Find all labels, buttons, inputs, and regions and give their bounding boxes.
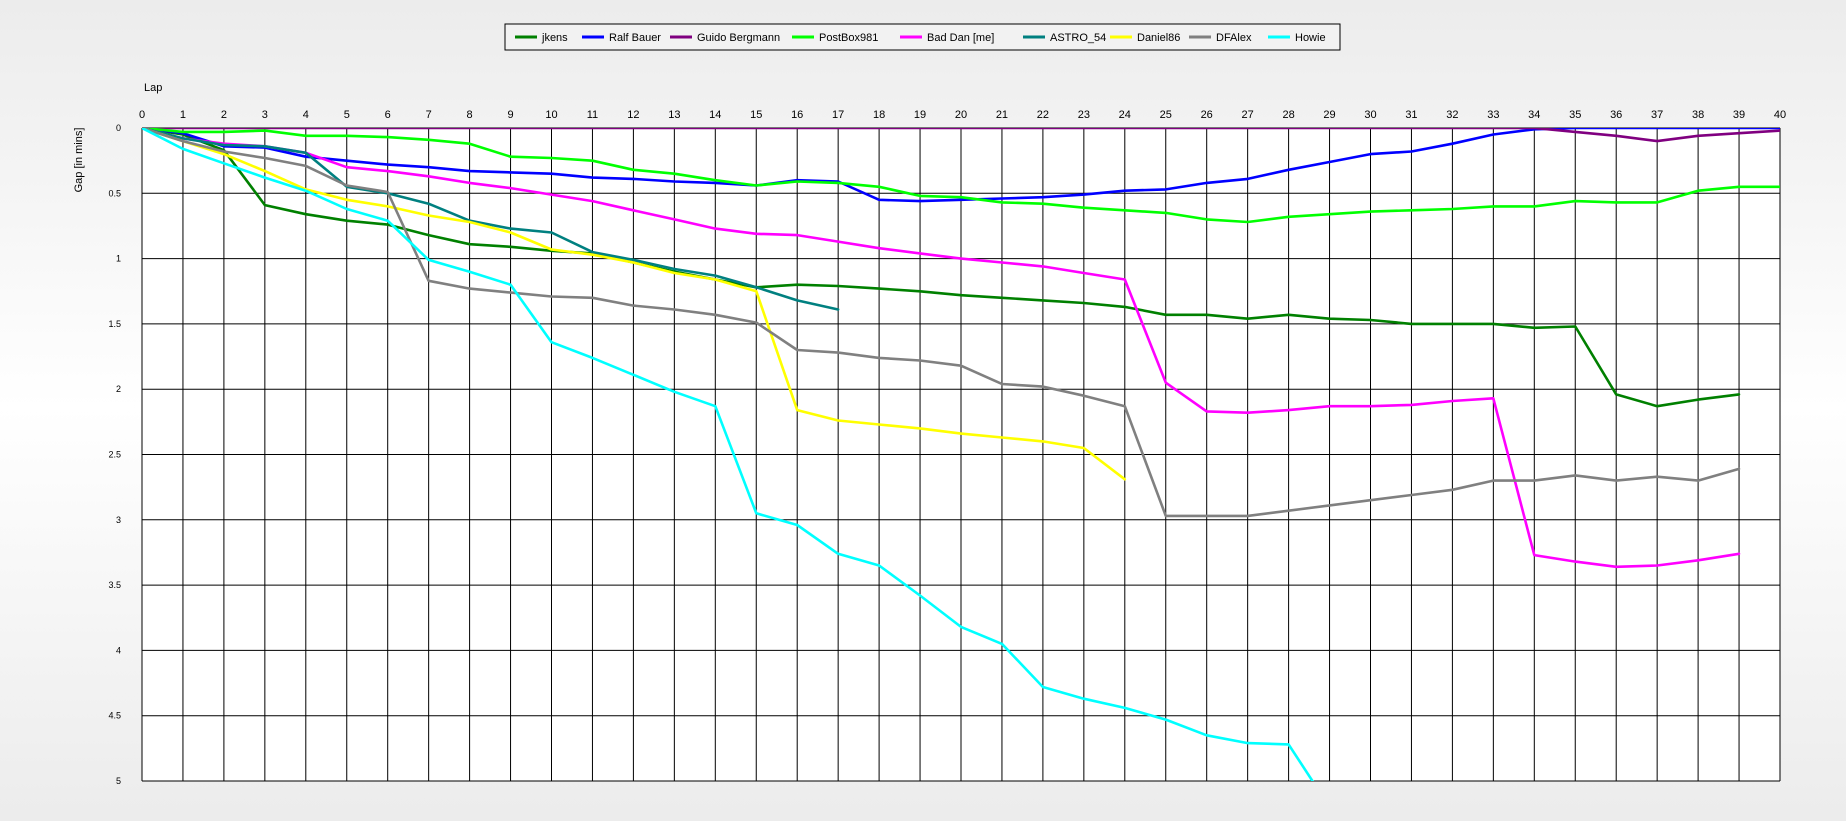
legend-label-daniel86: Daniel86 [1137,32,1180,44]
x-tick-label: 13 [668,109,680,121]
x-tick-label: 31 [1405,109,1417,121]
x-tick-label: 17 [832,109,844,121]
lap-gap-chart: 0 1 2 3 4 5 6 7 8 9 10 11 12 13 14 15 16 17 18 19 20 21 22 23 24… [0,0,1846,816]
x-tick-label: 3 [262,109,268,121]
x-tick-label: 28 [1282,109,1294,121]
x-tick-label: 34 [1528,109,1540,121]
x-tick-label: 12 [627,109,639,121]
x-tick-label: 22 [1037,109,1049,121]
y-tick-label: 4 [116,645,121,655]
x-tick-label: 23 [1078,109,1090,121]
x-tick-label: 36 [1610,109,1622,121]
y-tick-label: 2 [116,384,121,394]
legend-label-guido-bergmann: Guido Bergmann [697,32,780,44]
x-tick-label: 19 [914,109,926,121]
legend-label-ralf-bauer: Ralf Bauer [609,32,661,44]
y-axis-label: Gap [in mins] [73,128,85,193]
x-tick-label: 10 [545,109,557,121]
x-tick-label: 21 [996,109,1008,121]
x-axis-label: Lap [144,82,162,94]
x-tick-label: 16 [791,109,803,121]
x-tick-label: 7 [426,109,432,121]
y-tick-label: 2.5 [108,450,121,460]
x-tick-label: 5 [344,109,350,121]
legend-label-astro-54: ASTRO_54 [1050,32,1106,44]
x-tick-label: 14 [709,109,721,121]
y-tick-label: 3 [116,515,121,525]
x-tick-label: 18 [873,109,885,121]
x-tick-label: 4 [303,109,309,121]
y-tick-label: 0 [116,123,121,133]
x-tick-label: 30 [1364,109,1376,121]
x-tick-label: 20 [955,109,967,121]
y-tick-label: 4.5 [108,711,121,721]
x-tick-label: 8 [467,109,473,121]
x-tick-label: 11 [587,109,598,121]
legend-label-jkens: jkens [541,32,568,44]
x-tick-label: 29 [1323,109,1335,121]
y-tick-label: 1 [116,254,121,264]
x-tick-label: 1 [180,109,186,121]
grid-layer [141,127,1781,782]
x-tick-label: 37 [1651,109,1663,121]
x-tick-label: 32 [1446,109,1458,121]
x-tick-label: 0 [139,109,145,121]
x-tick-label: 39 [1733,109,1745,121]
y-tick-label: 1.5 [108,319,121,329]
x-tick-label: 27 [1242,109,1254,121]
legend-label-bad-dan-me: Bad Dan [me] [927,32,994,44]
legend-label-howie: Howie [1295,32,1326,44]
y-tick-label: 0.5 [108,188,121,198]
x-tick-label: 2 [221,109,227,121]
legend-label-dfalex: DFAlex [1216,32,1252,44]
y-tick-label: 5 [116,776,121,786]
x-tick-label: 24 [1119,109,1131,121]
legend-label-postbox981: PostBox981 [819,32,878,44]
x-tick-label: 6 [385,109,391,121]
y-tick-label: 3.5 [108,580,121,590]
x-tick-label: 15 [750,109,762,121]
legend: jkens Ralf Bauer Guido Bergmann PostBox981 B… [504,23,1341,51]
x-tick-label: 38 [1692,109,1704,121]
x-tick-label: 40 [1774,109,1786,121]
x-tick-label: 33 [1487,109,1499,121]
chart-svg: 0 1 2 3 4 5 6 7 8 9 10 11 12 13 14 15 16 17 18 19 20 21 22 23 24… [73,23,1786,786]
x-tick-label: 25 [1160,109,1172,121]
x-tick-label: 9 [507,109,513,121]
x-tick-label: 35 [1569,109,1581,121]
x-tick-label: 26 [1201,109,1213,121]
